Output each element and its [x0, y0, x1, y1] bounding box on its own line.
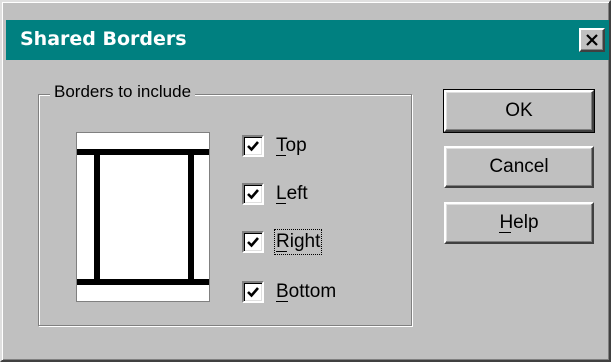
- close-button[interactable]: [579, 28, 605, 52]
- group-label: Borders to include: [50, 82, 196, 102]
- checkmark-icon: [247, 141, 259, 152]
- checkmark-icon: [247, 237, 259, 248]
- right-checkbox[interactable]: [242, 231, 264, 253]
- checkbox-row-bottom[interactable]: Bottom: [242, 280, 336, 304]
- window-title: Shared Borders: [20, 28, 187, 50]
- top-checkbox[interactable]: [242, 135, 264, 157]
- bottom-checkbox[interactable]: [242, 281, 264, 303]
- checkbox-row-top[interactable]: Top: [242, 134, 307, 158]
- checkmark-icon: [247, 287, 259, 298]
- preview-left-border: [94, 155, 100, 279]
- checkbox-row-right[interactable]: Right: [242, 229, 323, 255]
- checkbox-row-left[interactable]: Left: [242, 182, 308, 206]
- help-button-label: Help: [499, 212, 539, 233]
- title-bar[interactable]: Shared Borders: [6, 20, 609, 60]
- preview-bottom-border: [77, 279, 209, 285]
- close-x-icon: [586, 34, 598, 46]
- left-checkbox-label[interactable]: Left: [276, 183, 308, 205]
- ok-button[interactable]: OK: [443, 89, 595, 133]
- preview-right-border: [188, 155, 194, 279]
- checkmark-icon: [247, 189, 259, 200]
- right-checkbox-label[interactable]: Right: [273, 229, 323, 255]
- cancel-button[interactable]: Cancel: [444, 146, 594, 188]
- shared-borders-dialog: Shared Borders Borders to include Top Le…: [0, 0, 611, 362]
- page-border-preview-icon: [76, 132, 210, 302]
- bottom-checkbox-label[interactable]: Bottom: [276, 281, 336, 303]
- left-checkbox[interactable]: [242, 183, 264, 205]
- top-checkbox-label[interactable]: Top: [276, 135, 307, 157]
- help-button[interactable]: Help: [444, 202, 594, 244]
